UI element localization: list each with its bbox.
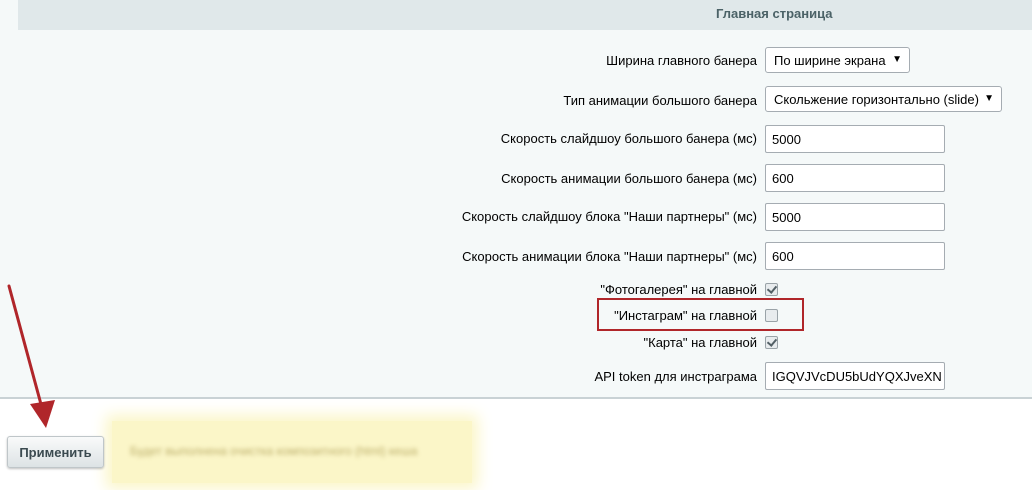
- api-token-label: API token для инстраграма: [594, 369, 757, 384]
- animation-type-select[interactable]: Скольжение горизонтально (slide) ▼: [765, 86, 1002, 112]
- partners-slideshow-speed-input[interactable]: 5000: [765, 203, 945, 231]
- chevron-down-icon: ▼: [984, 93, 994, 104]
- animation-speed-label: Скорость анимации большого банера (мс): [501, 171, 757, 186]
- section-title: Главная страница: [716, 6, 833, 21]
- banner-width-value: По ширине экрана: [774, 53, 886, 68]
- section-header: Главная страница: [18, 0, 1032, 30]
- animation-type-value: Скольжение горизонтально (slide): [774, 92, 979, 107]
- banner-width-label: Ширина главного банера: [606, 53, 757, 68]
- cache-notice-text: Будет выполнена очистка композитного (ht…: [130, 444, 418, 458]
- banner-width-select[interactable]: По ширине экрана ▼: [765, 47, 910, 73]
- checkmark-icon: [766, 283, 778, 294]
- slideshow-speed-label: Скорость слайдшоу большого банера (мс): [500, 131, 757, 146]
- map-label: "Карта" на главной: [643, 335, 758, 350]
- settings-panel: Главная страница Ширина главного банера …: [0, 0, 1032, 398]
- api-token-input[interactable]: IGQVJVcDU5bUdYQXJveXN: [765, 362, 945, 390]
- animation-type-label: Тип анимации большого банера: [563, 93, 757, 108]
- annotation-arrow-icon: [7, 284, 55, 428]
- photogallery-label: "Фотогалерея" на главной: [600, 282, 757, 297]
- panel-divider: [0, 397, 1032, 399]
- apply-button[interactable]: Применить: [7, 436, 104, 468]
- partners-animation-speed-input[interactable]: 600: [765, 242, 945, 270]
- photogallery-checkbox[interactable]: [765, 283, 778, 296]
- map-checkbox[interactable]: [765, 336, 778, 349]
- partners-animation-speed-label: Скорость анимации блока "Наши партнеры" …: [462, 249, 757, 264]
- cache-notice: Будет выполнена очистка композитного (ht…: [112, 421, 472, 483]
- animation-speed-input[interactable]: 600: [765, 164, 945, 192]
- partners-slideshow-speed-label: Скорость слайдшоу блока "Наши партнеры" …: [461, 209, 757, 224]
- checkmark-icon: [766, 336, 778, 347]
- slideshow-speed-input[interactable]: 5000: [765, 125, 945, 153]
- highlight-annotation: [597, 298, 804, 331]
- chevron-down-icon: ▼: [892, 54, 902, 65]
